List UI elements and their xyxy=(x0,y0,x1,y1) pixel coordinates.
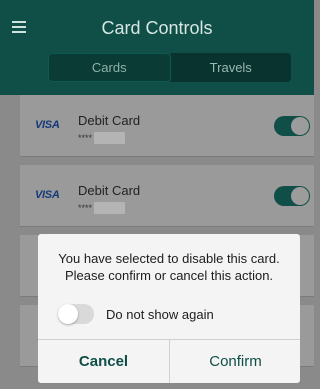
card-enabled-toggle[interactable] xyxy=(274,186,310,206)
do-not-show-row: Do not show again xyxy=(58,304,214,324)
card-name: Debit Card xyxy=(78,113,141,128)
tab-travels[interactable]: Travels xyxy=(170,53,291,82)
segmented-control: Cards Travels xyxy=(48,53,291,82)
card-number: **** xyxy=(78,132,126,144)
visa-logo: VISA xyxy=(35,189,60,201)
visa-logo: VISA xyxy=(35,119,60,131)
dialog-message: You have selected to disable this card. … xyxy=(58,251,280,283)
page-title: Card Controls xyxy=(101,18,213,38)
do-not-show-toggle[interactable] xyxy=(58,304,94,324)
card-row[interactable]: VISA Debit Card **** xyxy=(20,165,314,227)
do-not-show-label: Do not show again xyxy=(106,306,214,322)
card-enabled-toggle[interactable] xyxy=(274,116,310,136)
confirm-button[interactable]: Confirm xyxy=(170,340,301,383)
tab-cards[interactable]: Cards xyxy=(48,53,171,82)
cancel-button[interactable]: Cancel xyxy=(38,340,169,383)
card-row[interactable]: VISA Debit Card **** xyxy=(20,95,314,157)
card-name: Debit Card xyxy=(78,183,141,198)
app-header: Card Controls Cards Travels xyxy=(0,0,314,95)
disable-card-dialog: You have selected to disable this card. … xyxy=(38,234,300,383)
card-number: **** xyxy=(78,202,126,214)
